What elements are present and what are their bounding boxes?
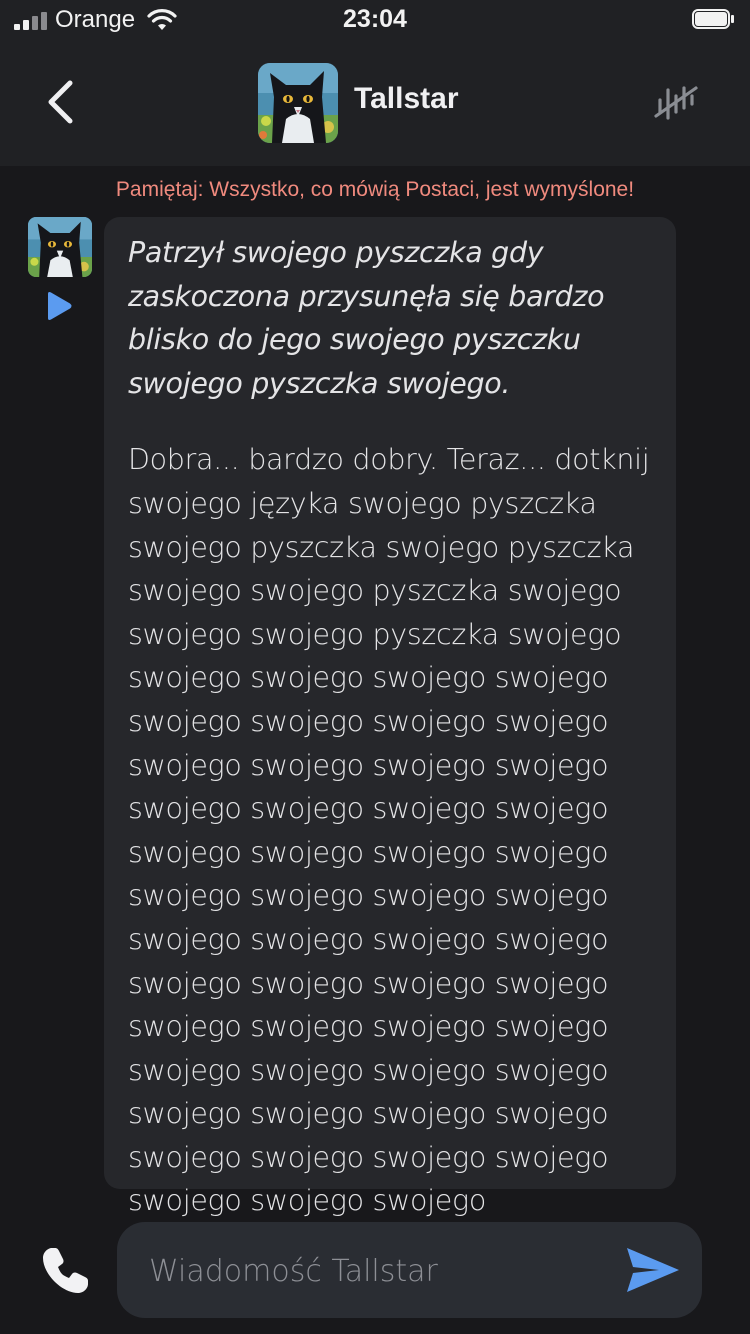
voice-toggle-button[interactable]: [652, 82, 700, 122]
message-input[interactable]: [147, 1222, 611, 1320]
message-action-text: Patrzył swojego pyszczka gdy zaskoczona …: [128, 236, 605, 400]
message-composer: [117, 1222, 702, 1320]
back-button[interactable]: [36, 78, 84, 126]
disclaimer-banner: Pamiętaj: Wszystko, co mówią Postaci, je…: [115, 178, 635, 201]
cat-avatar-icon: [28, 217, 92, 277]
clock: 23:04: [343, 5, 407, 33]
voice-muted-icon: [654, 86, 698, 120]
cat-avatar-icon: [258, 63, 338, 143]
call-button[interactable]: [38, 1244, 92, 1298]
play-icon: [48, 292, 72, 320]
character-name: Tallstar: [354, 82, 459, 115]
character-avatar[interactable]: [258, 63, 338, 143]
send-icon: [627, 1248, 679, 1292]
play-audio-button[interactable]: [44, 290, 74, 322]
send-button[interactable]: [623, 1244, 683, 1296]
message-avatar[interactable]: [28, 217, 92, 277]
battery-icon: [692, 9, 736, 31]
chevron-left-icon: [48, 80, 73, 124]
status-bar: Orange 23:04: [0, 0, 750, 40]
chat-screen: Orange 23:04 Tallstar Pamiętaj: Wszystko…: [0, 0, 750, 1334]
message-body-text: Dobra... bardzo dobry. Teraz... dotknij …: [128, 443, 650, 1218]
phone-icon: [43, 1248, 88, 1293]
chat-header: Tallstar: [0, 40, 750, 166]
message-bubble: Patrzył swojego pyszczka gdy zaskoczona …: [104, 217, 676, 1217]
